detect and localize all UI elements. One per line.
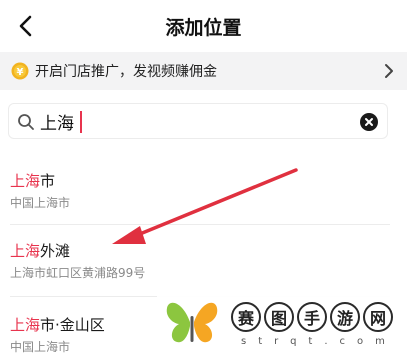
promo-banner[interactable]: ¥ 开启门店推广，发视频赚佣金 (0, 52, 407, 90)
watermark-char: 手 (297, 302, 327, 332)
watermark-chars: 赛 图 手 游 网 (231, 302, 393, 332)
result-title-rest: 市 (40, 172, 56, 190)
text-caret (80, 111, 82, 133)
result-address: 中国上海市 (10, 340, 71, 354)
chevron-right-icon (385, 64, 393, 78)
result-title: 上海市 (10, 170, 55, 191)
clear-icon[interactable] (360, 113, 378, 131)
result-title-rest: 市·金山区 (40, 316, 105, 334)
search-input[interactable] (40, 108, 340, 134)
add-location-screen: 添加位置 ¥ 开启门店推广，发视频赚佣金 上海市 中国上海市 (0, 0, 407, 356)
svg-text:¥: ¥ (17, 67, 24, 78)
watermark-char: 赛 (231, 302, 261, 332)
result-highlight: 上海 (10, 172, 41, 190)
result-item[interactable]: 上海外滩 上海市虹口区黄浦路99号 (0, 225, 392, 289)
header-bar: 添加位置 (0, 0, 407, 52)
result-title: 上海外滩 (10, 240, 70, 261)
result-address: 上海市虹口区黄浦路99号 (10, 266, 146, 280)
watermark-domain: strqt.com (241, 336, 397, 347)
watermark-char: 游 (330, 302, 360, 332)
watermark-char: 图 (264, 302, 294, 332)
result-title-rest: 外滩 (40, 242, 71, 260)
page-title: 添加位置 (165, 17, 242, 39)
promo-text: 开启门店推广，发视频赚佣金 (35, 64, 217, 80)
result-highlight: 上海 (10, 242, 41, 260)
watermark: 赛 图 手 游 网 strqt.com (157, 296, 407, 356)
butterfly-logo (166, 302, 218, 343)
search-box (8, 103, 388, 139)
watermark-char: 网 (363, 302, 393, 332)
result-item[interactable]: 上海市 中国上海市 (0, 160, 392, 224)
result-address: 中国上海市 (10, 196, 71, 210)
result-title: 上海市·金山区 (10, 314, 105, 335)
coin-icon: ¥ (11, 62, 29, 80)
search-icon (18, 114, 34, 130)
result-highlight: 上海 (10, 316, 41, 334)
